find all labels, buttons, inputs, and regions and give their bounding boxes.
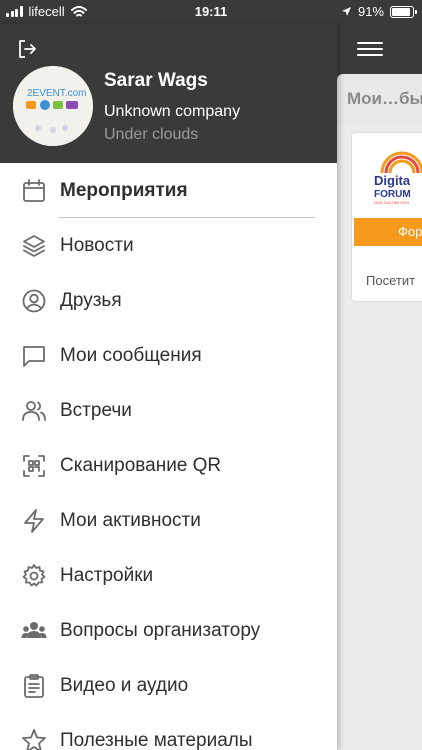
battery-percent: 91% (357, 4, 384, 19)
menu-item-label: Вопросы организатору (60, 619, 261, 641)
events-tab-label: Мои…бы (347, 89, 422, 108)
menu-item-settings[interactable]: Настройки (0, 548, 337, 603)
user-location: Under clouds (104, 126, 199, 143)
users-icon (22, 400, 46, 421)
menu-item-label: Сканирование QR (60, 454, 222, 476)
group-icon (21, 621, 47, 638)
menu-item-friends[interactable]: Друзья (0, 273, 337, 328)
chat-icon (23, 345, 45, 367)
avatar-text: 2EVENT.com (27, 88, 86, 99)
event-card[interactable]: Digita FORUM NUR-SULTAN 2019 Фор Посетит (351, 132, 422, 302)
qr-scan-icon (23, 454, 45, 477)
status-right: 91% (341, 4, 417, 19)
navigation-drawer: 2EVENT.com Sarar Wags Unknown company Un… (0, 24, 337, 750)
event-card-footer: Посетит (366, 273, 416, 288)
avatar[interactable]: 2EVENT.com (13, 66, 93, 146)
logo-sub: NUR-SULTAN 2019 (374, 200, 410, 205)
menu-item-news[interactable]: Новости (0, 218, 337, 273)
menu-item-label: Настройки (60, 564, 154, 586)
gear-icon (22, 563, 46, 586)
menu-item-meetings[interactable]: Встречи (0, 383, 337, 438)
menu-item-activities[interactable]: Мои активности (0, 493, 337, 548)
menu-item-video-audio[interactable]: Видео и аудио (0, 658, 337, 713)
logo-line1: Digita (374, 173, 411, 188)
menu-item-materials[interactable]: Полезные материалы (0, 713, 337, 750)
calendar-icon (23, 178, 45, 202)
main-content: Мои…бы Digita FORUM NUR-SULTAN 2019 Фор … (337, 24, 422, 750)
user-name[interactable]: Sarar Wags (104, 70, 208, 92)
menu-item-label: Новости (60, 234, 134, 256)
menu-item-label: Мероприятия (60, 179, 188, 201)
layers-icon (23, 234, 45, 257)
menu-item-label: Встречи (60, 399, 132, 421)
forum-logo-icon: Digita FORUM NUR-SULTAN 2019 (374, 151, 422, 205)
menu-item-label: Мои активности (60, 509, 201, 531)
battery-icon (390, 5, 417, 18)
event-logo: Digita FORUM NUR-SULTAN 2019 (372, 145, 422, 205)
star-icon (22, 728, 46, 750)
user-company: Unknown company (104, 103, 241, 120)
logout-icon[interactable] (16, 38, 38, 60)
location-arrow-icon (341, 7, 351, 16)
menu-item-label: Мои сообщения (60, 344, 202, 366)
battery-fill (392, 7, 411, 16)
menu-item-qr-scan[interactable]: Сканирование QR (0, 438, 337, 493)
logo-line2: FORUM (374, 189, 411, 200)
status-bar: lifecell 19:11 91% (0, 0, 422, 24)
clipboard-icon (24, 673, 44, 698)
avatar-logo-icon: 2EVENT.com (13, 66, 93, 146)
lightning-icon (24, 508, 44, 533)
menu-item-events[interactable]: Мероприятия (0, 163, 337, 218)
menu-item-label: Видео и аудио (60, 674, 189, 696)
event-card-button[interactable]: Фор (354, 218, 422, 246)
menu-item-organizer-questions[interactable]: Вопросы организатору (0, 603, 337, 658)
hamburger-menu-icon[interactable] (357, 42, 383, 56)
menu-item-label: Полезные материалы (60, 729, 253, 750)
drawer-menu: Мероприятия Новости Друзья Мои сообщения… (0, 163, 337, 750)
drawer-header: 2EVENT.com Sarar Wags Unknown company Un… (0, 24, 337, 163)
menu-item-label: Друзья (60, 289, 122, 311)
menu-item-messages[interactable]: Мои сообщения (0, 328, 337, 383)
user-circle-icon (22, 289, 46, 312)
